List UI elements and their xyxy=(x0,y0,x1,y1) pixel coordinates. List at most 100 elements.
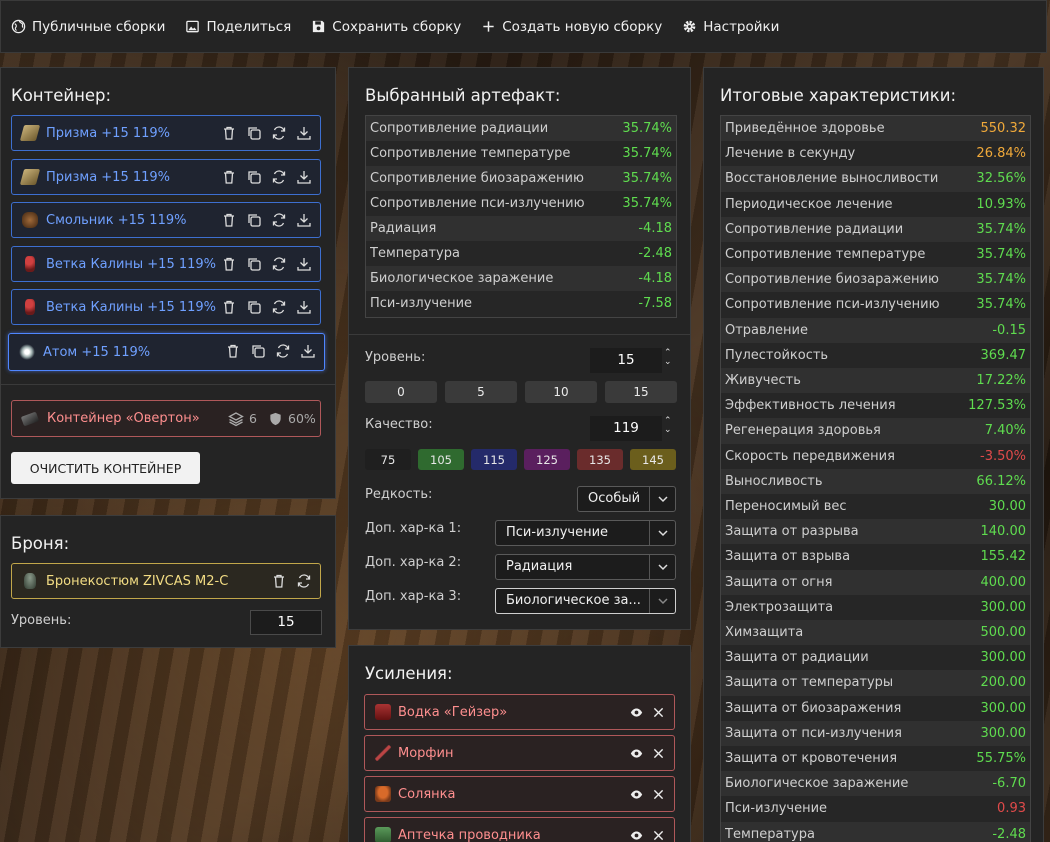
container-slot[interactable]: Ветка Калины +15 119% xyxy=(11,246,321,282)
trash-icon[interactable] xyxy=(271,573,287,589)
level-input[interactable]: 15 xyxy=(590,348,662,373)
stat-label: Восстановление выносливости xyxy=(725,171,939,187)
eye-icon[interactable] xyxy=(630,829,643,842)
quality-preset[interactable]: 125 xyxy=(524,449,570,470)
stat-label: Пси-излучение xyxy=(370,296,473,311)
level-preset[interactable]: 15 xyxy=(605,381,677,403)
container-slot-selected[interactable]: Атом +15 119% xyxy=(8,333,325,371)
stat-value: 17.22% xyxy=(976,373,1026,389)
quality-preset[interactable]: 115 xyxy=(471,449,517,470)
stat-row: Химзащита 500.00 xyxy=(721,620,1030,646)
stat-row: Сопротивление пси-излучению 35.74% xyxy=(721,292,1030,318)
download-icon[interactable] xyxy=(296,299,312,315)
trash-icon[interactable] xyxy=(221,256,237,272)
nav-save-build[interactable]: Сохранить сборку xyxy=(311,19,461,35)
swap-icon[interactable] xyxy=(271,125,287,141)
copy-icon[interactable] xyxy=(246,125,262,141)
download-icon[interactable] xyxy=(296,212,312,228)
quality-input[interactable]: 119 xyxy=(590,416,662,441)
artifact-title: Выбранный артефакт: xyxy=(365,86,561,105)
quality-preset[interactable]: 105 xyxy=(418,449,464,470)
stat-label: Пулестойкость xyxy=(725,347,829,363)
stat-row: Пси-излучение 0.93 xyxy=(721,796,1030,822)
kalina-branch-artifact-icon xyxy=(25,256,35,272)
container-slot[interactable]: Смольник +15 119% xyxy=(11,202,321,238)
nav-settings[interactable]: Настройки xyxy=(682,19,779,35)
stat-value: 500.00 xyxy=(980,625,1027,641)
level-preset[interactable]: 10 xyxy=(525,381,597,403)
stat-value: 32.56% xyxy=(976,171,1026,187)
copy-icon[interactable] xyxy=(250,343,266,359)
copy-icon[interactable] xyxy=(246,169,262,185)
swap-icon[interactable] xyxy=(271,299,287,315)
quality-spinner[interactable]: ⌃ ⌄ xyxy=(664,417,674,435)
boost-item[interactable]: Аптечка проводника xyxy=(364,817,675,842)
stat-value: 200.00 xyxy=(980,675,1027,691)
trash-icon[interactable] xyxy=(221,212,237,228)
quality-preset[interactable]: 145 xyxy=(630,449,676,470)
trash-icon[interactable] xyxy=(221,169,237,185)
close-icon[interactable] xyxy=(653,789,664,800)
extra2-select[interactable]: Радиация xyxy=(495,554,676,580)
level-preset[interactable]: 5 xyxy=(445,381,517,403)
stat-value: -7.58 xyxy=(638,296,672,311)
stat-label: Периодическое лечение xyxy=(725,196,893,212)
nav-new-build[interactable]: Создать новую сборку xyxy=(481,19,662,35)
stat-label: Защита от радиации xyxy=(725,650,869,666)
armor-slot[interactable]: Бронекостюм ZIVCAS M2-C xyxy=(11,563,321,599)
swap-icon[interactable] xyxy=(275,343,291,359)
swap-icon[interactable] xyxy=(271,256,287,272)
level-preset[interactable]: 0 xyxy=(365,381,437,403)
stat-value: 140.00 xyxy=(980,524,1027,540)
clear-container-button[interactable]: ОЧИСТИТЬ КОНТЕЙНЕР xyxy=(11,452,200,484)
stat-label: Химзащита xyxy=(725,625,804,641)
extra1-select[interactable]: Пси-излучение xyxy=(495,520,676,546)
container-slot[interactable]: Ветка Калины +15 119% xyxy=(11,289,321,325)
container-slot[interactable]: Призма +15 119% xyxy=(11,159,321,195)
trash-icon[interactable] xyxy=(225,343,241,359)
close-icon[interactable] xyxy=(653,830,664,841)
boost-item[interactable]: Морфин xyxy=(364,735,675,771)
stat-label: Регенерация здоровья xyxy=(725,423,881,439)
stat-row: Сопротивление температуре 35.74% xyxy=(366,141,676,166)
download-icon[interactable] xyxy=(296,125,312,141)
close-icon[interactable] xyxy=(653,748,664,759)
swap-icon[interactable] xyxy=(296,573,312,589)
stat-value: 35.74% xyxy=(976,272,1026,288)
close-icon[interactable] xyxy=(653,707,664,718)
download-icon[interactable] xyxy=(300,343,316,359)
nav-share[interactable]: Поделиться xyxy=(185,19,291,35)
stat-label: Сопротивление температуре xyxy=(725,247,926,263)
stat-row: Регенерация здоровья 7.40% xyxy=(721,418,1030,444)
eye-icon[interactable] xyxy=(630,747,643,760)
eye-icon[interactable] xyxy=(630,788,643,801)
container-slot[interactable]: Призма +15 119% xyxy=(11,115,321,151)
stat-value: 35.74% xyxy=(976,247,1026,263)
copy-icon[interactable] xyxy=(246,256,262,272)
extra3-select[interactable]: Биологическое за... xyxy=(495,588,676,614)
level-spinner[interactable]: ⌃ ⌄ xyxy=(664,349,674,367)
nav-public-builds[interactable]: Публичные сборки xyxy=(11,19,165,35)
stat-row: Радиация -4.18 xyxy=(366,216,676,241)
container-box[interactable]: Контейнер «Овертон» 6 60% xyxy=(11,400,321,437)
stat-row: Эффективность лечения 127.53% xyxy=(721,393,1030,419)
boost-item[interactable]: Водка «Гейзер» xyxy=(364,694,675,730)
stat-row: Биологическое заражение -4.18 xyxy=(366,266,676,291)
armor-level-input[interactable]: 15 xyxy=(250,610,322,635)
rarity-select[interactable]: Особый xyxy=(577,486,676,512)
gear-icon xyxy=(683,20,696,33)
trash-icon[interactable] xyxy=(221,125,237,141)
swap-icon[interactable] xyxy=(271,169,287,185)
copy-icon[interactable] xyxy=(246,299,262,315)
swap-icon[interactable] xyxy=(271,212,287,228)
download-icon[interactable] xyxy=(296,256,312,272)
quality-preset[interactable]: 75 xyxy=(365,449,411,470)
plus-icon xyxy=(483,21,494,32)
trash-icon[interactable] xyxy=(221,299,237,315)
eye-icon[interactable] xyxy=(630,706,643,719)
quality-preset[interactable]: 135 xyxy=(577,449,623,470)
boost-item[interactable]: Солянка xyxy=(364,776,675,812)
download-icon[interactable] xyxy=(296,169,312,185)
copy-icon[interactable] xyxy=(246,212,262,228)
stat-row: Защита от разрыва 140.00 xyxy=(721,519,1030,545)
